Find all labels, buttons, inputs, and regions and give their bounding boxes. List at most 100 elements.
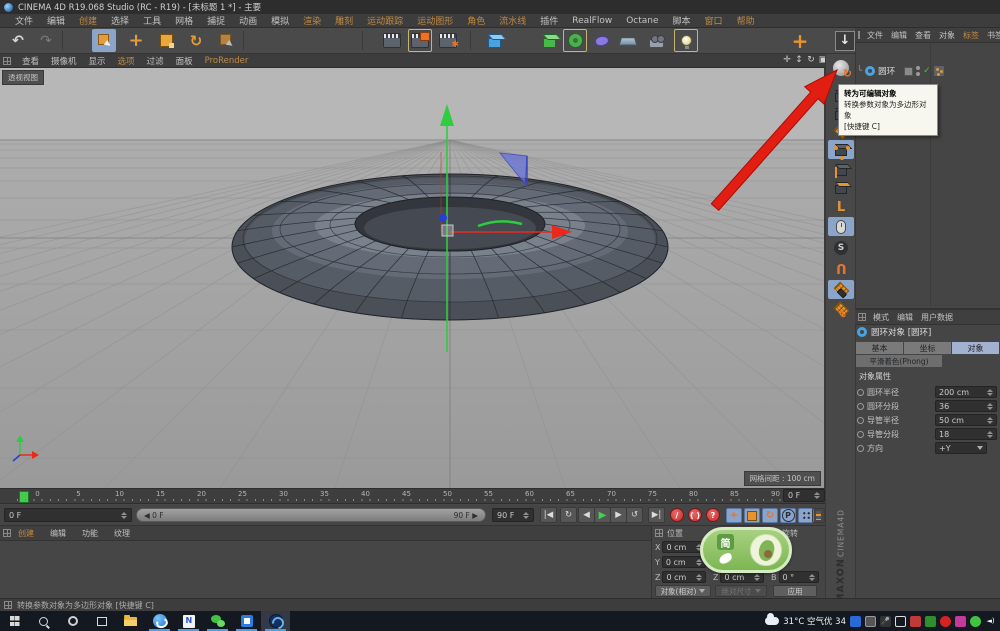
- move-tool-button[interactable]: [124, 29, 148, 52]
- viewport-menu-item[interactable]: 过滤: [141, 55, 170, 67]
- cortana-button[interactable]: [58, 611, 87, 631]
- keyframe-selection-record-button[interactable]: ?: [706, 508, 720, 522]
- security-shield-icon[interactable]: [850, 616, 861, 627]
- menubar-item[interactable]: 工具: [136, 14, 168, 27]
- play-reverse-button[interactable]: ↺: [626, 507, 643, 523]
- start-button[interactable]: [0, 611, 29, 631]
- subdivision-surface-button[interactable]: [537, 29, 561, 52]
- rotate-view-icon[interactable]: ↻: [806, 55, 816, 67]
- position-z-field[interactable]: 0 cm: [662, 571, 706, 583]
- music-app-icon[interactable]: [955, 616, 966, 627]
- orientation-dropdown[interactable]: +Y: [935, 442, 987, 454]
- panel-grid-icon[interactable]: [3, 529, 11, 537]
- attribute-menu-item[interactable]: 模式: [870, 312, 892, 323]
- keyframe-selection-button[interactable]: [812, 508, 825, 523]
- light-button[interactable]: [674, 29, 698, 52]
- pan-view-icon[interactable]: ✛: [782, 55, 792, 67]
- microphone-icon[interactable]: 🎤: [880, 616, 891, 627]
- camera-button[interactable]: [644, 29, 668, 52]
- key-scale-toggle[interactable]: [744, 508, 760, 523]
- menubar-item[interactable]: 流水线: [492, 14, 533, 27]
- search-button[interactable]: [29, 611, 58, 631]
- visibility-dots-icon[interactable]: [916, 66, 920, 76]
- menubar-item[interactable]: 渲染: [296, 14, 328, 27]
- menubar-item[interactable]: 脚本: [666, 14, 698, 27]
- generators-button[interactable]: [563, 29, 587, 52]
- rotation-b-field[interactable]: 0 °: [779, 571, 819, 583]
- make-editable-button[interactable]: [828, 58, 854, 77]
- autokey-button[interactable]: ( ): [688, 508, 702, 522]
- attribute-tab[interactable]: 基本: [856, 342, 903, 354]
- play-loop-button[interactable]: ↻: [560, 507, 577, 523]
- key-position-toggle[interactable]: +: [726, 508, 742, 523]
- next-frame-button[interactable]: ▶: [610, 507, 627, 523]
- panel-grid-icon[interactable]: [655, 529, 663, 537]
- ime-badge[interactable]: 简: [700, 527, 792, 573]
- timeline-scrubber[interactable]: ◀ 0 F 90 F ▶: [136, 508, 486, 522]
- menubar-item[interactable]: 捕捉: [200, 14, 232, 27]
- menubar-item[interactable]: 角色: [460, 14, 492, 27]
- rotate-tool-button[interactable]: [184, 29, 208, 52]
- notes-app-button[interactable]: [174, 611, 203, 631]
- key-rotation-toggle[interactable]: ↻: [762, 508, 778, 523]
- menubar-item[interactable]: Octane: [619, 16, 665, 26]
- position-y-field[interactable]: 0 cm: [662, 556, 706, 568]
- download-button[interactable]: [833, 29, 857, 52]
- render-settings-button[interactable]: [436, 29, 460, 52]
- viewport-menu-item[interactable]: 面板: [170, 55, 199, 67]
- object-manager-menu-item[interactable]: 文件: [864, 30, 886, 41]
- settings-tray-icon[interactable]: [865, 616, 876, 627]
- goto-end-button[interactable]: ▶|: [648, 507, 665, 523]
- viewport-menu-item[interactable]: 摄像机: [45, 55, 83, 67]
- antivirus-icon[interactable]: [910, 616, 921, 627]
- viewport-menu-item[interactable]: ProRender: [199, 56, 255, 66]
- zoom-view-icon[interactable]: ↕: [794, 55, 804, 67]
- menubar-item[interactable]: 文件: [8, 14, 40, 27]
- task-view-button[interactable]: [87, 611, 116, 631]
- menubar-item[interactable]: 雕刻: [328, 14, 360, 27]
- browser-button[interactable]: [145, 611, 174, 631]
- material-menu-item[interactable]: 创建: [15, 528, 37, 539]
- object-manager-menu-item[interactable]: 标签: [960, 30, 982, 41]
- wechat-tray-icon[interactable]: [970, 616, 981, 627]
- phong-tag-icon[interactable]: [934, 66, 944, 76]
- view-label[interactable]: 透视视图: [2, 70, 44, 85]
- menubar-item[interactable]: 选择: [104, 14, 136, 27]
- viewport-menu-item[interactable]: 显示: [83, 55, 112, 67]
- weather-icon[interactable]: [765, 617, 779, 625]
- menubar-item[interactable]: 编辑: [40, 14, 72, 27]
- last-tool-button[interactable]: [214, 29, 238, 52]
- current-frame-field[interactable]: 0 F: [783, 489, 825, 502]
- animation-dot-icon[interactable]: [857, 417, 864, 424]
- animation-dot-icon[interactable]: [857, 403, 864, 410]
- display-icon[interactable]: [895, 616, 906, 627]
- attribute-menu-item[interactable]: 编辑: [894, 312, 916, 323]
- weather-text[interactable]: 31°C 空气优 34: [783, 615, 846, 627]
- menubar-item[interactable]: 动画: [232, 14, 264, 27]
- animation-dot-icon[interactable]: [857, 431, 864, 438]
- ime-lang-label[interactable]: 简: [717, 534, 734, 550]
- panel-grid-icon[interactable]: [858, 313, 866, 321]
- pipe-segments-field[interactable]: 18: [935, 428, 997, 440]
- axis-mode-button[interactable]: L: [828, 198, 854, 217]
- viewport-menu-item[interactable]: 查看: [16, 55, 45, 67]
- previous-frame-button[interactable]: ◀: [578, 507, 595, 523]
- workplane-lock-button[interactable]: [828, 280, 854, 299]
- record-keyframe-button[interactable]: /: [670, 508, 684, 522]
- menubar-item[interactable]: 运动跟踪: [360, 14, 410, 27]
- redo-button[interactable]: [34, 29, 58, 52]
- menubar-item[interactable]: 窗口: [698, 14, 730, 27]
- panel-grid-icon[interactable]: [858, 31, 860, 39]
- layer-tag-icon[interactable]: [904, 67, 913, 76]
- primitive-cube-button[interactable]: [482, 29, 506, 52]
- viewport-menu-item[interactable]: 选项: [112, 55, 141, 67]
- ring-segments-field[interactable]: 36: [935, 400, 997, 412]
- render-picture-viewer-button[interactable]: [408, 29, 432, 52]
- viewport-canvas[interactable]: [0, 68, 825, 488]
- menubar-item[interactable]: RealFlow: [565, 16, 619, 26]
- soft-selection-button[interactable]: S: [828, 238, 854, 257]
- material-menu-item[interactable]: 纹理: [111, 528, 133, 539]
- edges-mode-button[interactable]: [828, 160, 854, 179]
- cinema4d-taskbar-button[interactable]: [261, 611, 290, 631]
- gpu-icon[interactable]: [925, 616, 936, 627]
